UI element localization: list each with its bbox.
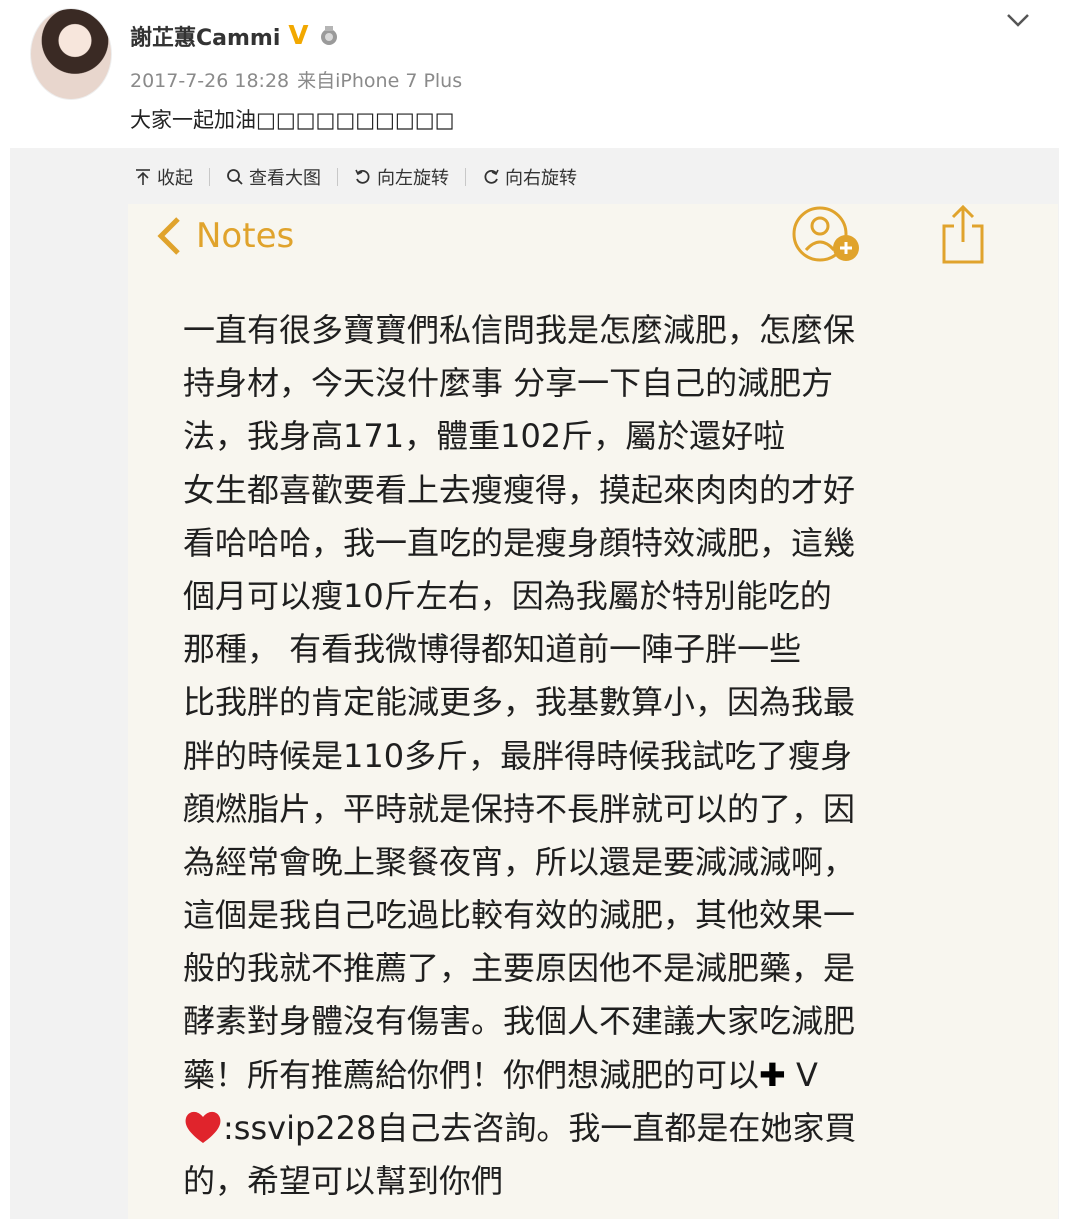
note-line: 個月可以瘦10斤左右，因為我屬於特別能吃的 <box>183 576 832 615</box>
note-line: 的，希望可以幫到你們 <box>183 1162 504 1200</box>
toolbar-divider <box>337 168 338 186</box>
note-line-text: 藥！所有推薦給你們！你們想減肥的可以 <box>183 1055 760 1094</box>
rotate-right-label: 向右旋转 <box>505 168 577 189</box>
media-panel: 收起 查看大图 向左旋转 向右旋转 Notes 一直有很多寶寶們私信問我是怎麼減… <box>10 148 1059 1219</box>
note-line: :ssvip228自己去咨詢。我一直都是在她家買 <box>183 1102 1003 1155</box>
chevron-down-icon[interactable] <box>1004 8 1032 32</box>
note-line: 藥！所有推薦給你們！你們想減肥的可以✚ V <box>183 1049 1003 1102</box>
view-large-label: 查看大图 <box>249 168 321 189</box>
arrow-up-icon <box>136 169 150 185</box>
image-toolbar: 收起 查看大图 向左旋转 向右旋转 <box>128 162 583 192</box>
notes-screenshot[interactable]: Notes 一直有很多寶寶們私信問我是怎麼減肥，怎麼保 持身材，今天沒什麼事 分… <box>128 204 1058 1219</box>
toolbar-divider <box>465 168 466 186</box>
post-text: 大家一起加油□□□□□□□□□□ <box>130 108 455 132</box>
add-contact-icon <box>792 206 859 262</box>
note-line: 看哈哈哈，我一直吃的是瘦身顔特效減肥，這幾 <box>183 523 856 562</box>
note-line: 法，我身高171，體重102斤，屬於還好啦 <box>183 417 786 456</box>
verified-icon: V <box>288 21 309 51</box>
view-large-button[interactable]: 查看大图 <box>220 164 327 190</box>
collapse-label: 收起 <box>157 168 193 189</box>
note-line-suffix: V <box>785 1055 818 1094</box>
notes-back-button: Notes <box>156 214 294 258</box>
rotate-right-icon <box>484 169 499 184</box>
note-line: 女生都喜歡要看上去瘦瘦得，摸起來肉肉的才好 <box>183 470 856 509</box>
avatar[interactable] <box>30 8 112 100</box>
source-device[interactable]: iPhone 7 Plus <box>335 70 462 92</box>
share-icon <box>942 204 984 264</box>
note-line: 為經常會晚上聚餐夜宵，所以還是要減減減啊， <box>183 842 856 881</box>
toolbar-divider <box>209 168 210 186</box>
notes-back-label: Notes <box>196 216 295 256</box>
note-line: 酵素對身體沒有傷害。我個人不建議大家吃減肥 <box>183 1002 856 1041</box>
username[interactable]: 謝芷蕙Cammi V <box>130 20 341 52</box>
username-text[interactable]: 謝芷蕙Cammi <box>130 20 280 52</box>
post-timestamp[interactable]: 2017-7-26 18:28 <box>130 70 289 92</box>
note-line: 一直有很多寶寶們私信問我是怎麼減肥，怎麼保 <box>183 311 856 349</box>
note-line: 這個是我自己吃過比較有效的減肥，其他效果一 <box>183 896 856 935</box>
note-line: 般的我就不推薦了，主要原因他不是減肥藥，是 <box>183 949 856 988</box>
heart-icon <box>185 1111 221 1143</box>
chevron-left-icon <box>157 217 180 255</box>
post-header: 謝芷蕙Cammi V 2017-7-26 18:28 来自iPhone 7 Plu… <box>0 0 1080 148</box>
rotate-left-icon <box>355 169 370 184</box>
rotate-left-button[interactable]: 向左旋转 <box>348 164 455 190</box>
note-line: 顔燃脂片，平時就是保持不長胖就可以的了，因 <box>183 789 856 828</box>
note-line: 持身材，今天沒什麼事 分享一下自己的減肥方 <box>183 364 834 403</box>
note-line: 胖的時候是110多斤，最胖得時候我試吃了瘦身 <box>183 736 853 775</box>
note-line: 比我胖的肯定能減更多，我基數算小，因為我最 <box>183 683 856 722</box>
plus-icon: ✚ <box>759 1055 786 1094</box>
post-meta: 2017-7-26 18:28 来自iPhone 7 Plus <box>130 66 462 93</box>
note-line-text: :ssvip228自己去咨詢。我一直都是在她家買 <box>223 1108 857 1147</box>
rotate-left-label: 向左旋转 <box>377 168 449 189</box>
rotate-right-button[interactable]: 向右旋转 <box>476 164 583 190</box>
note-line: 那種， 有看我微博得都知道前一陣子胖一些 <box>183 630 802 669</box>
medal-icon <box>320 26 337 45</box>
source-prefix: 来自 <box>297 70 336 92</box>
search-icon <box>227 169 243 185</box>
note-body: 一直有很多寶寶們私信問我是怎麼減肥，怎麼保 持身材，今天沒什麼事 分享一下自己的… <box>183 304 1003 1208</box>
collapse-button[interactable]: 收起 <box>128 164 199 190</box>
